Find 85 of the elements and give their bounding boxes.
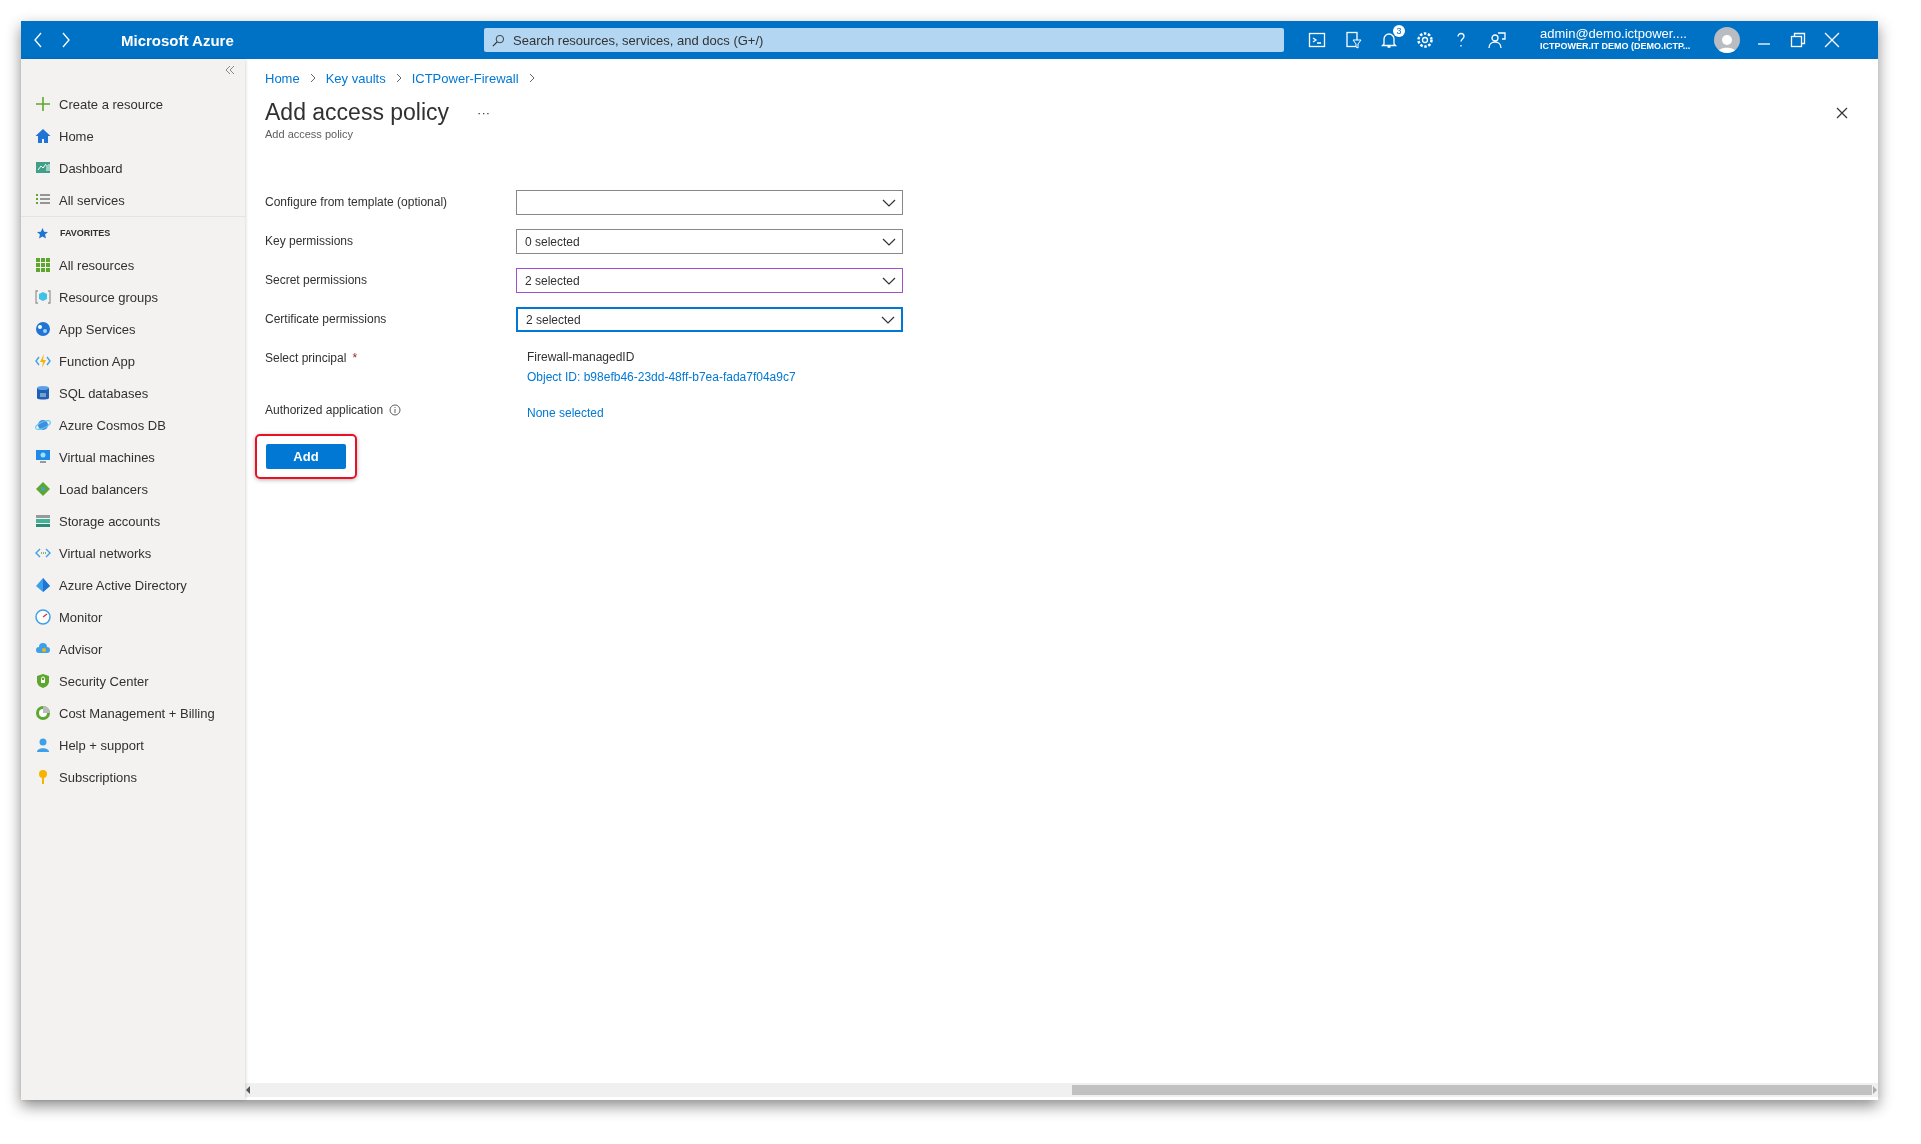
directory-name[interactable]: ICTPOWER.IT DEMO (DEMO.ICTP... [1540, 40, 1708, 53]
avatar-icon[interactable] [1714, 27, 1740, 53]
dropdown[interactable] [516, 190, 903, 215]
chevron-down-icon [882, 198, 896, 207]
sidebar-item[interactable]: All resources [21, 249, 245, 281]
field-label: Configure from template (optional) [265, 195, 448, 209]
sidebar-item[interactable]: SQL databases [21, 377, 245, 409]
feedback-icon[interactable] [1488, 31, 1506, 49]
chevron-right-icon [528, 73, 535, 83]
globe-icon [35, 321, 51, 337]
field-label: Certificate permissions [265, 312, 387, 326]
grid-icon [35, 257, 51, 273]
field-label: Secret permissions [265, 273, 368, 287]
cube-icon [35, 289, 51, 305]
dropdown[interactable]: 2 selected [516, 268, 903, 293]
breadcrumb-link[interactable]: ICTPower-Firewall [411, 70, 519, 86]
sidebar-item[interactable]: Advisor [21, 633, 245, 665]
breadcrumb-link[interactable]: Home [265, 70, 300, 86]
sidebar-item[interactable]: Virtual networks [21, 537, 245, 569]
sidebar-item[interactable]: Security Center [21, 665, 245, 697]
dropdown[interactable]: 0 selected [516, 229, 903, 254]
settings-icon[interactable] [1416, 31, 1434, 49]
sidebar-item[interactable]: Azure Cosmos DB [21, 409, 245, 441]
application-link[interactable]: None selected [527, 406, 604, 420]
bell-icon[interactable] [1380, 31, 1398, 49]
chevron-down-icon [882, 237, 896, 246]
sidebar-item[interactable]: Load balancers [21, 473, 245, 505]
shield-icon [35, 673, 51, 689]
field-label: Select principal [265, 351, 347, 365]
collapse-chevrons-icon[interactable] [225, 65, 235, 75]
storage-icon [35, 513, 51, 529]
notification-count: 3 [1393, 25, 1405, 37]
person-icon [35, 737, 51, 753]
coin-icon [35, 705, 51, 721]
close-icon[interactable] [1836, 106, 1848, 119]
sidebar-item[interactable]: Cost Management + Billing [21, 697, 245, 729]
section-heading: FAVORITES [60, 228, 111, 238]
chevron-down-icon [881, 315, 895, 324]
chart-icon [35, 160, 51, 176]
gauge-icon [35, 609, 51, 625]
restore-icon[interactable] [1790, 32, 1806, 48]
sidebar-item[interactable]: Monitor [21, 601, 245, 633]
sidebar-item[interactable]: Azure Active Directory [21, 569, 245, 601]
chevron-down-icon [882, 276, 896, 285]
horizontal-scrollbar[interactable] [245, 1083, 1878, 1097]
page-subtitle: Add access policy [265, 128, 355, 140]
sidebar-item[interactable]: Dashboard [21, 152, 245, 184]
pyramid-icon [35, 577, 51, 593]
object-id-link[interactable]: Object ID: b98efb46-23dd-48ff-b7ea-fada7f04a9c7 [527, 370, 796, 384]
add-button[interactable]: Add [266, 444, 346, 469]
scrollbar-thumb[interactable] [1072, 1085, 1872, 1095]
plus-icon [35, 96, 51, 112]
lightning-icon [35, 353, 51, 369]
sidebar-item[interactable]: Subscriptions [21, 761, 245, 793]
sidebar-item[interactable]: Help + support [21, 729, 245, 761]
diamond-icon [35, 481, 51, 497]
required-mark: * [352, 351, 358, 365]
terminal-icon[interactable] [1308, 31, 1326, 49]
sidebar-item[interactable]: App Services [21, 313, 245, 345]
monitor-icon [35, 449, 51, 465]
house-icon [35, 128, 51, 144]
principal-name: Firewall-managedID [527, 350, 636, 364]
sidebar-item[interactable]: Create a resource [21, 88, 245, 120]
search-icon [492, 34, 505, 47]
field-label: Authorized application [265, 403, 384, 417]
search-field[interactable]: Search resources, services, and docs (G+/) [484, 28, 1284, 52]
account-email[interactable]: admin@demo.ictpower.... [1540, 27, 1708, 40]
planet-icon [35, 417, 51, 433]
chevron-right-icon [395, 73, 402, 83]
sidebar-item[interactable]: All services [21, 184, 245, 216]
field-label: Key permissions [265, 234, 354, 248]
breadcrumb-link[interactable]: Key vaults [325, 70, 386, 86]
database-icon [35, 385, 51, 401]
filter-icon[interactable] [1344, 31, 1362, 49]
sidebar-item[interactable]: Home [21, 120, 245, 152]
brand-name[interactable]: Microsoft Azure [121, 31, 484, 49]
star-icon [37, 227, 48, 239]
more-button[interactable]: ··· [475, 105, 493, 120]
page-title: Add access policy [265, 99, 450, 126]
sidebar-item[interactable]: Function App [21, 345, 245, 377]
sidebar-item[interactable]: Resource groups [21, 281, 245, 313]
sidebar-item[interactable]: Virtual machines [21, 441, 245, 473]
dropdown[interactable]: 2 selected [516, 307, 903, 332]
chevron-right-icon [309, 73, 316, 83]
sidebar-item[interactable]: Storage accounts [21, 505, 245, 537]
